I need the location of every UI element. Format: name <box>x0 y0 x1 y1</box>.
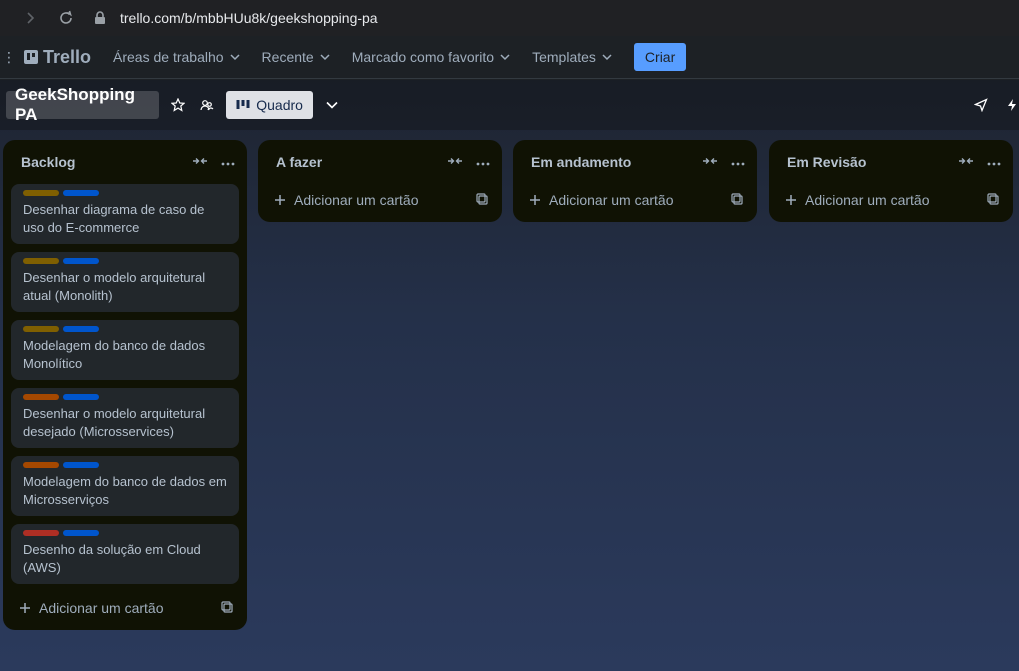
url-bar[interactable]: trello.com/b/mbbHUu8k/geekshopping-pa <box>120 10 378 26</box>
board-view-button[interactable]: Quadro <box>226 91 313 119</box>
create-from-template-icon[interactable] <box>987 192 999 208</box>
list-title[interactable]: Backlog <box>21 154 193 170</box>
add-card-button[interactable]: Adicionar um cartão <box>777 184 1005 216</box>
send-icon[interactable] <box>973 97 989 113</box>
chevron-down-icon[interactable] <box>325 97 340 113</box>
browser-toolbar: trello.com/b/mbbHUu8k/geekshopping-pa <box>0 0 1019 36</box>
board-header: GeekShopping PA Quadro <box>0 80 1019 130</box>
logo-text: Trello <box>43 46 92 67</box>
card-label-yellow[interactable] <box>23 326 59 332</box>
card-label-blue[interactable] <box>63 258 99 264</box>
create-from-template-icon[interactable] <box>221 600 233 616</box>
card-title: Desenhar diagrama de caso de uso do E-co… <box>23 202 205 235</box>
app-header: ⋮ Trello Áreas de trabalho Recente Marca… <box>0 36 1019 79</box>
card-label-blue[interactable] <box>63 530 99 536</box>
board-canvas: GeekShopping PA Quadro Backlog Desenhar … <box>0 80 1019 671</box>
card-title: Desenho da solução em Cloud (AWS) <box>23 542 201 575</box>
menu-starred[interactable]: Marcado como favorito <box>352 49 510 65</box>
card-label-blue[interactable] <box>63 462 99 468</box>
card-label-yellow[interactable] <box>23 258 59 264</box>
plus-icon <box>785 194 797 206</box>
collapse-list-icon[interactable] <box>193 153 207 171</box>
list-title[interactable]: Em andamento <box>531 154 703 170</box>
trello-logo[interactable]: ⋮ Trello <box>0 47 91 68</box>
plus-icon <box>19 602 31 614</box>
board-view-label: Quadro <box>256 97 303 113</box>
power-ups-icon[interactable] <box>1004 97 1019 113</box>
board-view-icon <box>236 100 250 109</box>
workspace-visibility-icon[interactable] <box>200 97 215 113</box>
card-label-blue[interactable] <box>63 190 99 196</box>
list-menu-icon[interactable] <box>221 153 235 171</box>
card[interactable]: Desenhar o modelo arquitetural desejado … <box>11 388 239 448</box>
add-card-label: Adicionar um cartão <box>549 192 674 208</box>
list-backlog: Backlog Desenhar diagrama de caso de uso… <box>3 140 247 630</box>
card[interactable]: Modelagem do banco de dados Monolítico <box>11 320 239 380</box>
create-button[interactable]: Criar <box>633 43 687 71</box>
reload-icon[interactable] <box>54 6 78 30</box>
card[interactable]: Desenhar diagrama de caso de uso do E-co… <box>11 184 239 244</box>
app-switcher-icon[interactable]: ⋮ <box>2 49 16 66</box>
list-em-andamento: Em andamento Adicionar um cartão <box>513 140 757 222</box>
card-label-orange[interactable] <box>23 462 59 468</box>
list-header: A fazer <box>266 140 494 184</box>
card-label-blue[interactable] <box>63 326 99 332</box>
chevron-down-icon <box>320 54 330 61</box>
card[interactable]: Desenhar o modelo arquitetural atual (Mo… <box>11 252 239 312</box>
list-header: Backlog <box>11 140 239 184</box>
list-header: Em Revisão <box>777 140 1005 184</box>
card-title: Modelagem do banco de dados em Microsser… <box>23 474 227 507</box>
chevron-down-icon <box>500 54 510 61</box>
add-card-button[interactable]: Adicionar um cartão <box>266 184 494 216</box>
menu-label: Marcado como favorito <box>351 49 495 65</box>
trello-logo-icon <box>24 50 38 64</box>
lock-icon[interactable] <box>88 6 112 30</box>
add-card-button[interactable]: Adicionar um cartão <box>521 184 749 216</box>
add-card-label: Adicionar um cartão <box>294 192 419 208</box>
list-em-revisao: Em Revisão Adicionar um cartão <box>769 140 1013 222</box>
menu-workspaces[interactable]: Áreas de trabalho <box>113 49 240 65</box>
list-menu-icon[interactable] <box>987 153 1001 171</box>
card[interactable]: Desenho da solução em Cloud (AWS) <box>11 524 239 584</box>
collapse-list-icon[interactable] <box>703 153 717 171</box>
menu-label: Recente <box>261 49 314 65</box>
list-a-fazer: A fazer Adicionar um cartão <box>258 140 502 222</box>
card-label-orange[interactable] <box>23 394 59 400</box>
plus-icon <box>529 194 541 206</box>
create-from-template-icon[interactable] <box>476 192 488 208</box>
plus-icon <box>274 194 286 206</box>
list-menu-icon[interactable] <box>731 153 745 171</box>
menu-label: Templates <box>532 49 596 65</box>
collapse-list-icon[interactable] <box>959 153 973 171</box>
menu-recent[interactable]: Recente <box>262 49 330 65</box>
board-title[interactable]: GeekShopping PA <box>6 85 159 124</box>
add-card-label: Adicionar um cartão <box>39 600 164 616</box>
star-icon[interactable] <box>171 97 186 113</box>
list-title[interactable]: Em Revisão <box>787 154 959 170</box>
forward-icon[interactable] <box>18 6 42 30</box>
card-label-blue[interactable] <box>63 394 99 400</box>
card-title: Desenhar o modelo arquitetural atual (Mo… <box>23 270 206 303</box>
list-menu-icon[interactable] <box>476 153 490 171</box>
menu-label: Áreas de trabalho <box>113 49 224 65</box>
list-title[interactable]: A fazer <box>276 154 448 170</box>
chevron-down-icon <box>230 54 240 61</box>
add-card-label: Adicionar um cartão <box>805 192 930 208</box>
card-label-red[interactable] <box>23 530 59 536</box>
create-from-template-icon[interactable] <box>731 192 743 208</box>
chevron-down-icon <box>602 54 612 61</box>
menu-templates[interactable]: Templates <box>532 49 612 65</box>
card[interactable]: Modelagem do banco de dados em Microsser… <box>11 456 239 516</box>
card-label-yellow[interactable] <box>23 190 59 196</box>
add-card-button[interactable]: Adicionar um cartão <box>11 592 239 624</box>
collapse-list-icon[interactable] <box>448 153 462 171</box>
list-header: Em andamento <box>521 140 749 184</box>
card-title: Desenhar o modelo arquitetural desejado … <box>23 406 206 439</box>
card-title: Modelagem do banco de dados Monolítico <box>23 338 206 371</box>
